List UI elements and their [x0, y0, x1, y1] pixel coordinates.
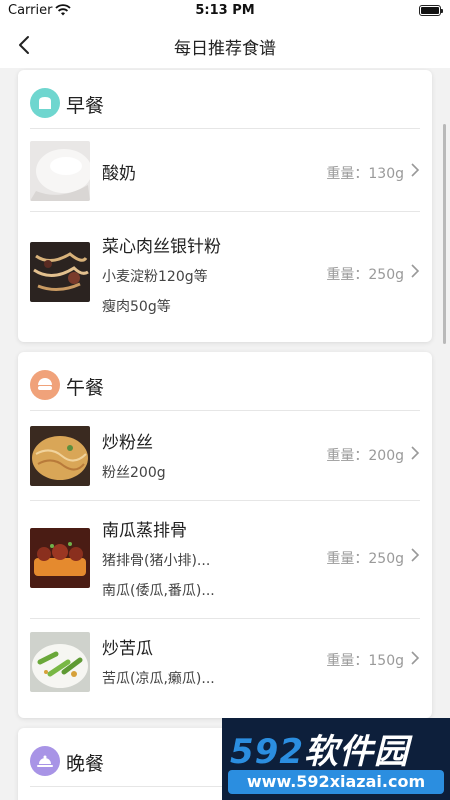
dinner-icon: [30, 746, 60, 776]
dinner-card: 晚餐: [18, 728, 432, 800]
battery-icon: [419, 5, 443, 16]
item-name: 炒苦瓜: [102, 639, 153, 659]
page-title: 每日推荐食谱: [174, 39, 276, 59]
clock: 5:13 PM: [195, 3, 255, 18]
breakfast-title: 早餐: [66, 95, 105, 117]
navigation-bar: 每日推荐食谱: [0, 22, 450, 68]
ingredient-line: 南瓜(倭瓜,番瓜)...: [102, 583, 215, 599]
breakfast-card: 早餐 酸奶 重量：130g 菜心肉丝银针粉 小麦淀粉120g等 瘦肉50g等 重…: [18, 70, 432, 342]
ingredient-line: 小麦淀粉120g等: [102, 269, 208, 285]
breakfast-icon: [30, 88, 60, 118]
ingredient-line: 苦瓜(凉瓜,癞瓜)...: [102, 671, 215, 687]
item-weight: 重量：130g: [326, 166, 404, 182]
lunch-icon: [30, 370, 60, 400]
item-weight: 重量：150g: [326, 653, 404, 669]
ingredient-line: 粉丝200g: [102, 465, 166, 481]
item-name: 炒粉丝: [102, 433, 153, 453]
recipe-item-pumpkin-ribs[interactable]: 南瓜蒸排骨 猪排骨(猪小排)... 南瓜(倭瓜,番瓜)... 重量：250g: [30, 512, 420, 616]
chevron-right-icon: [411, 163, 420, 177]
recipe-item-bitter-melon[interactable]: 炒苦瓜 苦瓜(凉瓜,癞瓜)... 重量：150g: [30, 626, 420, 706]
divider: [30, 410, 420, 411]
recipe-list[interactable]: 早餐 酸奶 重量：130g 菜心肉丝银针粉 小麦淀粉120g等 瘦肉50g等 重…: [0, 68, 450, 800]
lunch-card: 午餐 炒粉丝 粉丝200g 重量：200g 南瓜蒸排骨 猪排骨(猪小排)... …: [18, 352, 432, 718]
bitter-melon-thumbnail: [30, 632, 90, 692]
divider: [30, 128, 420, 129]
noodle-thumbnail: [30, 242, 90, 302]
yogurt-thumbnail: [30, 141, 90, 201]
item-weight: 重量：250g: [326, 267, 404, 283]
item-name: 菜心肉丝银针粉: [102, 237, 221, 257]
dinner-title: 晚餐: [66, 753, 105, 775]
divider: [30, 618, 420, 619]
recipe-item-yogurt[interactable]: 酸奶 重量：130g: [30, 139, 420, 203]
fried-vermicelli-thumbnail: [30, 426, 90, 486]
divider: [30, 786, 420, 787]
ingredient-line: 瘦肉50g等: [102, 299, 171, 315]
item-weight: 重量：250g: [326, 551, 404, 567]
lunch-title: 午餐: [66, 377, 105, 399]
item-weight: 重量：200g: [326, 448, 404, 464]
chevron-right-icon: [411, 446, 420, 460]
chevron-right-icon: [411, 651, 420, 665]
recipe-item-fried-vermicelli[interactable]: 炒粉丝 粉丝200g 重量：200g: [30, 418, 420, 502]
divider: [30, 211, 420, 212]
pumpkin-ribs-thumbnail: [30, 528, 90, 588]
recipe-item-noodles[interactable]: 菜心肉丝银针粉 小麦淀粉120g等 瘦肉50g等 重量：250g: [30, 226, 420, 326]
scroll-indicator: [443, 124, 446, 344]
divider: [30, 500, 420, 501]
ingredient-line: 猪排骨(猪小排)...: [102, 553, 211, 569]
item-name: 酸奶: [102, 164, 136, 184]
status-bar: Carrier 5:13 PM: [0, 0, 450, 22]
chevron-right-icon: [411, 548, 420, 562]
item-name: 南瓜蒸排骨: [102, 521, 187, 541]
chevron-right-icon: [411, 264, 420, 278]
